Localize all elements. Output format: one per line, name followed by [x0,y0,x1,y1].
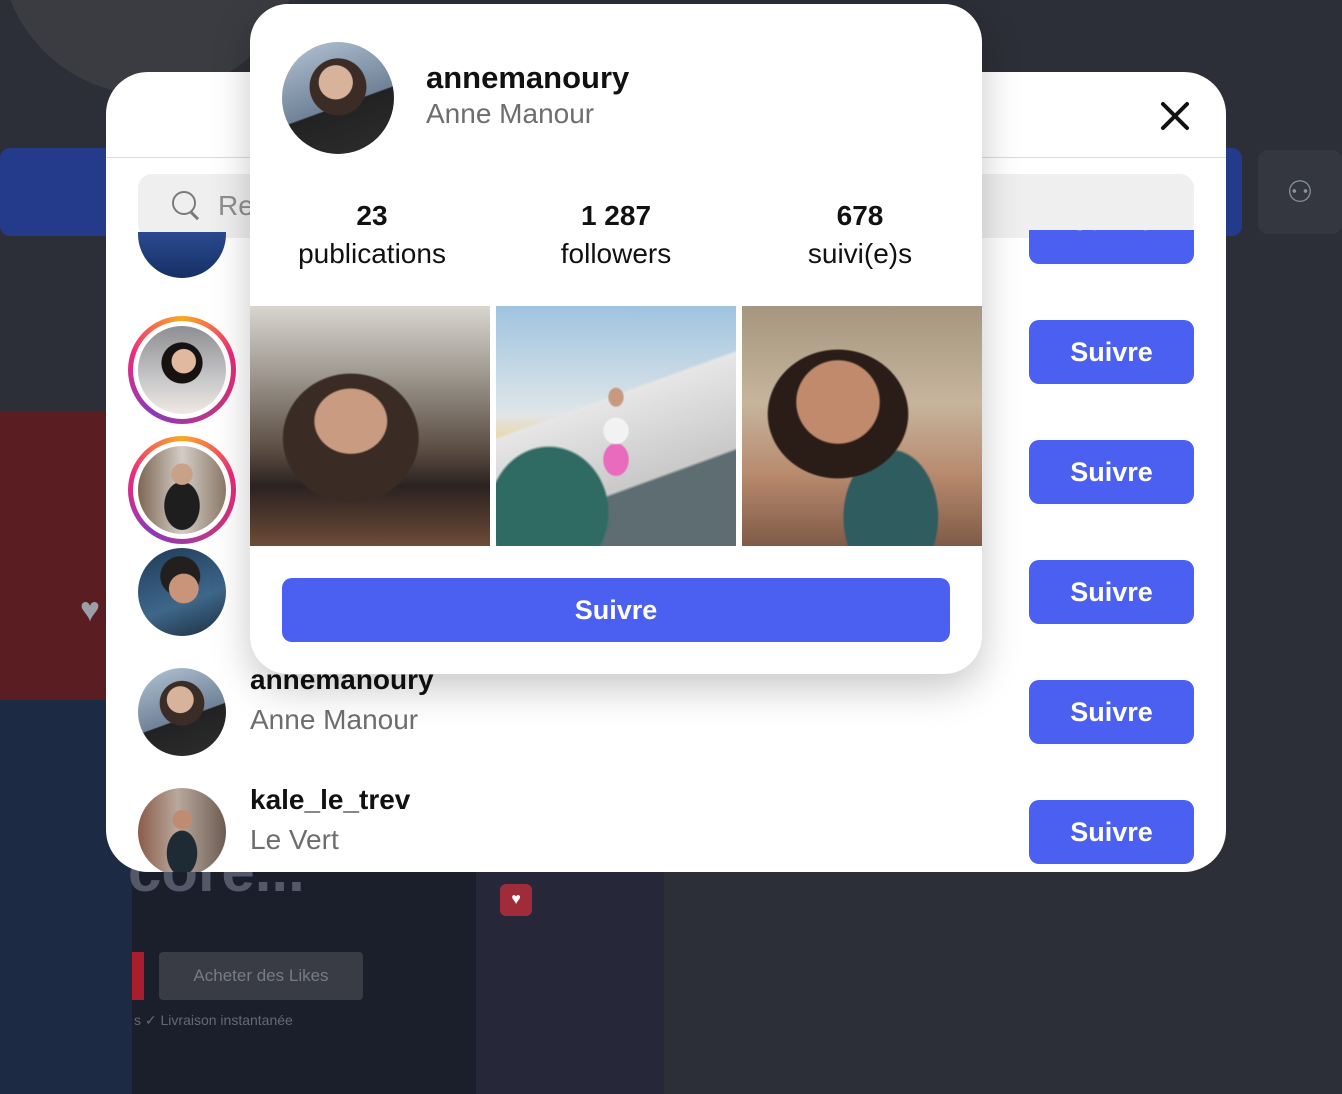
like-badge-icon: ♥ [500,884,532,916]
stat-followers: 1 287 followers [494,200,738,270]
stat-label: suivi(e)s [807,238,913,269]
username[interactable]: kale_le_trev [250,784,410,816]
add-user-icon: ⚇ [1258,150,1342,234]
profile-avatar[interactable] [282,42,394,154]
avatar[interactable] [138,446,226,534]
buy-likes-button: Acheter des Likes [159,952,363,1000]
avatar[interactable] [138,326,226,414]
stat-publications: 23 publications [250,200,494,270]
post-thumbnail[interactable] [742,306,982,546]
stat-label: followers [560,238,672,269]
follow-button[interactable]: Suivre [1029,440,1194,504]
profile-full-name: Anne Manour [426,98,595,129]
full-name: Le Vert [250,824,339,855]
follow-button[interactable]: Suivre [1029,800,1194,864]
post-thumbnail[interactable] [496,306,736,546]
follow-button[interactable]: Suivre [1029,320,1194,384]
avatar[interactable] [138,548,226,636]
avatar[interactable] [138,788,226,872]
list-item: annemanoury Anne Manour Suivre [106,664,1226,768]
recent-posts [250,306,982,546]
follow-button[interactable]: Suivre [282,578,950,642]
story-ring [128,436,236,544]
avatar[interactable] [138,232,226,278]
profile-username[interactable]: annemanoury [426,60,629,96]
story-ring [128,316,236,424]
stat-value: 23 [356,200,388,231]
follow-button[interactable]: Suivre [1029,560,1194,624]
background-cta-button [132,952,144,1000]
stat-following: 678 suivi(e)s [738,200,982,270]
post-thumbnail[interactable] [250,306,490,546]
full-name: Anne Manour [250,704,419,735]
profile-preview-card: annemanoury Anne Manour 23 publications … [250,4,982,674]
search-icon [172,191,202,221]
stat-value: 678 [836,200,884,231]
delivery-note: s ✓ Livraison instantanée [134,1012,293,1028]
list-item: kale_le_trev Le Vert Suivre [106,784,1226,872]
stat-value: 1 287 [580,200,652,231]
avatar[interactable] [138,668,226,756]
follow-button[interactable]: Suivre [1029,680,1194,744]
close-icon[interactable] [1154,96,1194,136]
stat-label: publications [298,238,446,269]
